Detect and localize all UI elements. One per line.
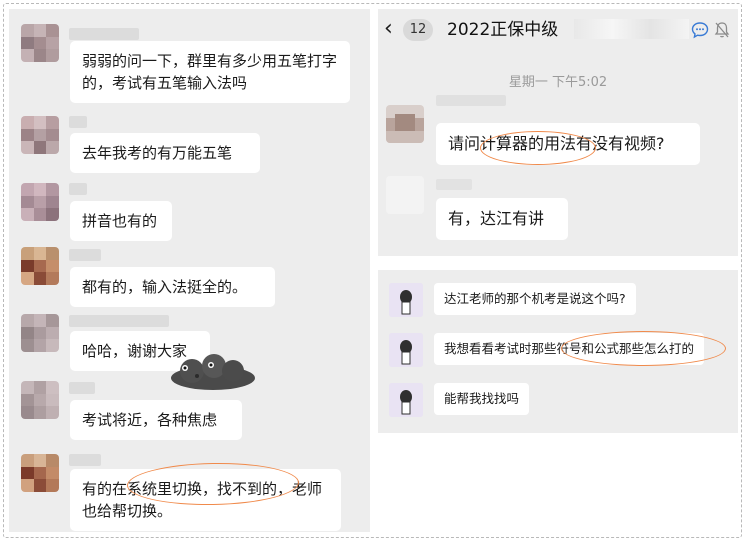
message-bubble[interactable]: 我想看看考试时那些符号和公式那些怎么打的 xyxy=(434,333,705,365)
chat-header: ‹ 12 2022正保中级 xyxy=(378,9,738,49)
sender-name-blurred xyxy=(69,454,101,466)
sender-name-blurred xyxy=(69,116,87,128)
sender-name-blurred xyxy=(69,249,101,261)
avatar[interactable] xyxy=(389,383,423,417)
message-bubble[interactable]: 弱弱的问一下，群里有多少用五笔打字的，考试有五笔输入法吗 xyxy=(70,41,350,103)
message-timestamp: 星期一 下午5:02 xyxy=(508,75,608,90)
message-bubble[interactable]: 考试将近，各种焦虑 xyxy=(70,400,242,440)
left-chat-panel[interactable]: 弱弱的问一下，群里有多少用五笔打字的，考试有五笔输入法吗 去年我考的有万能五笔 … xyxy=(9,9,370,532)
sender-name-blurred xyxy=(69,28,139,40)
message-bubble[interactable]: 去年我考的有万能五笔 xyxy=(70,133,260,173)
message-bubble[interactable]: 请问计算器的用法有没有视频? xyxy=(436,123,700,165)
avatar[interactable] xyxy=(386,176,424,214)
message-bubble[interactable]: 有的在系统里切换，找不到的，老师也给帮切换。 xyxy=(70,469,341,531)
message-bubble[interactable]: 有，达江有讲 xyxy=(436,198,568,240)
avatar[interactable] xyxy=(21,454,59,492)
message-bubble[interactable]: 拼音也有的 xyxy=(70,201,172,241)
avatar[interactable] xyxy=(21,116,59,154)
chat-title: 2022正保中级 xyxy=(447,20,559,40)
chevron-left-icon[interactable]: ‹ xyxy=(384,18,398,40)
chat-bubble-icon[interactable] xyxy=(691,21,709,39)
mute-bell-icon[interactable] xyxy=(714,21,730,39)
avatar[interactable] xyxy=(389,283,423,317)
message-bubble[interactable]: 达江老师的那个机考是说这个吗? xyxy=(434,283,636,315)
sender-name-blurred xyxy=(69,183,87,195)
avatar[interactable] xyxy=(21,381,59,419)
sender-name-blurred xyxy=(69,315,169,327)
small-chat-panel[interactable]: 达江老师的那个机考是说这个吗? 我想看看考试时那些符号和公式那些怎么打的 能帮我… xyxy=(378,270,738,433)
sender-name-blurred xyxy=(436,179,472,190)
avatar[interactable] xyxy=(389,333,423,367)
avatar[interactable] xyxy=(21,24,59,62)
avatar[interactable] xyxy=(21,247,59,285)
unread-badge: 12 xyxy=(403,19,433,41)
sender-name-blurred xyxy=(436,95,506,106)
avatar[interactable] xyxy=(21,183,59,221)
avatar[interactable] xyxy=(21,314,59,352)
cloud-sticker-icon xyxy=(171,354,255,390)
sender-name-blurred xyxy=(69,382,95,394)
right-chat-panel[interactable]: ‹ 12 2022正保中级 星期一 下午5:02 请问计算器的用法有没有视频? … xyxy=(378,9,738,256)
title-blurred xyxy=(574,19,689,39)
message-bubble[interactable]: 都有的，输入法挺全的。 xyxy=(70,267,275,307)
message-bubble[interactable]: 能帮我找找吗 xyxy=(434,383,530,415)
avatar[interactable] xyxy=(386,105,424,143)
